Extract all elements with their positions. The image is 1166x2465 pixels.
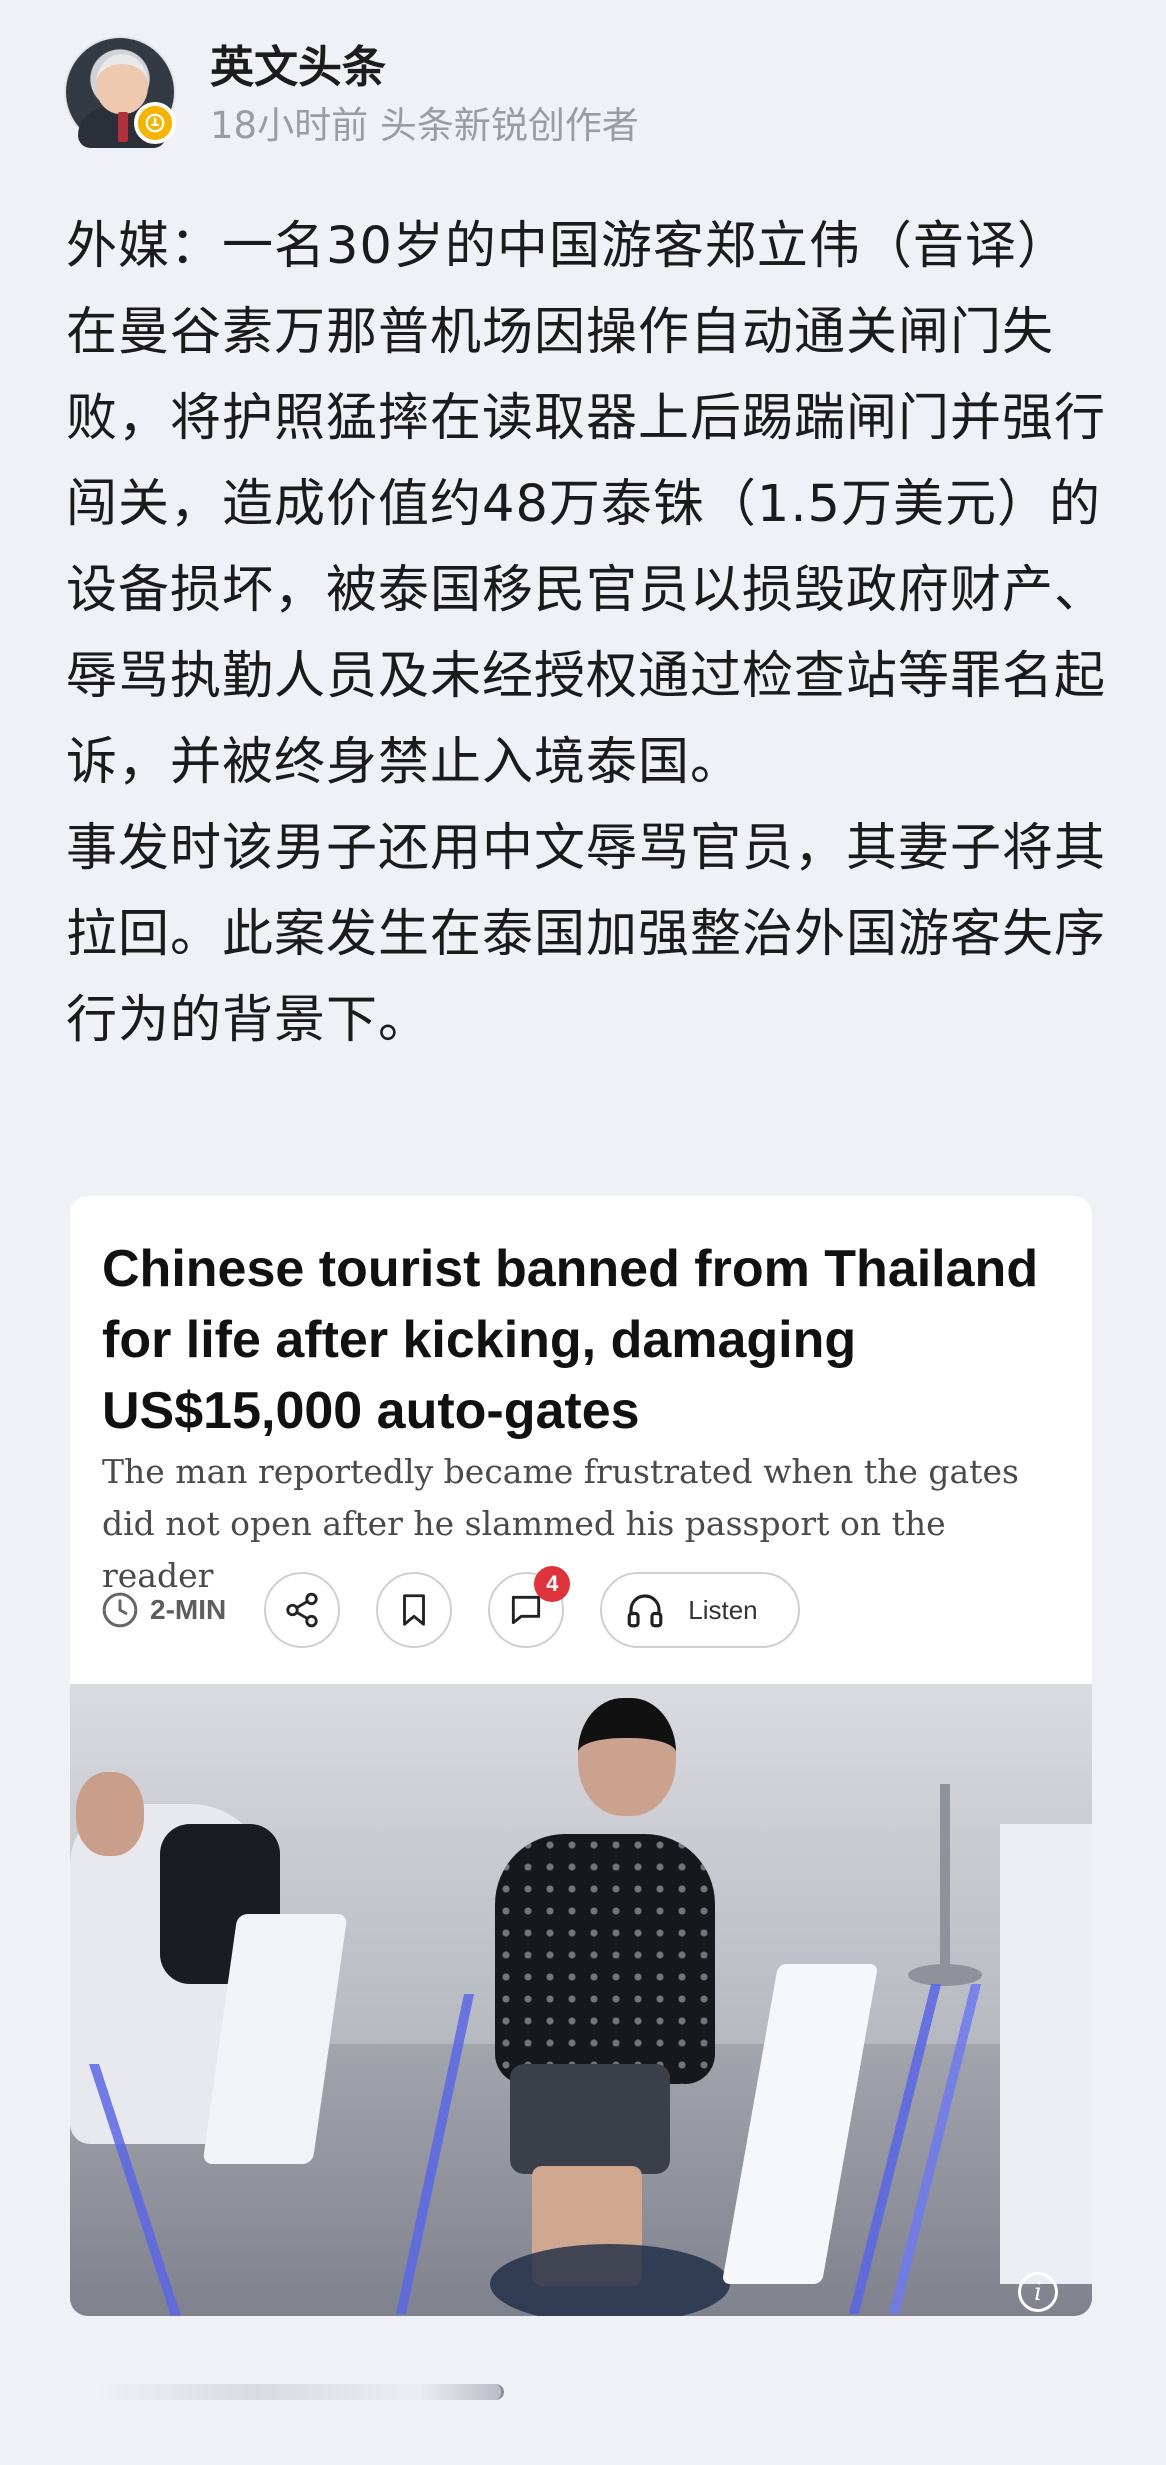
article-photo[interactable]: i [70, 1684, 1092, 2316]
info-icon[interactable]: i [1018, 2272, 1058, 2312]
author-meta: 18小时前 头条新锐创作者 [210, 104, 639, 147]
photo-man-pattern [495, 1834, 715, 2084]
post-page: 英文头条 18小时前 头条新锐创作者 外媒：一名30岁的中国游客郑立伟（音译）在… [0, 0, 1166, 2465]
photo-floor-mat [490, 2244, 730, 2316]
avatar[interactable] [64, 36, 176, 148]
scroll-handle[interactable] [96, 2384, 504, 2400]
author-text: 英文头条 18小时前 头条新锐创作者 [210, 36, 639, 154]
read-time-label: 2-MIN [150, 1594, 227, 1625]
photo-man-shorts [510, 2064, 670, 2174]
listen-button[interactable]: Listen [600, 1572, 800, 1648]
verified-badge-icon [134, 102, 176, 144]
share-button[interactable] [264, 1572, 341, 1648]
listen-label: Listen [688, 1594, 758, 1625]
photo-man-head [578, 1698, 676, 1816]
avatar-tie [118, 112, 128, 142]
photo-right-kiosk [1000, 1824, 1092, 2284]
clock-icon [102, 1592, 138, 1628]
photo-stanchion [940, 1784, 950, 1974]
headphones-icon [627, 1594, 663, 1628]
post-paragraph: 外媒：一名30岁的中国游客郑立伟（音译）在曼谷素万那普机场因操作自动通关闸门失败… [66, 217, 1107, 792]
post-body: 外媒：一名30岁的中国游客郑立伟（音译）在曼谷素万那普机场因操作自动通关闸门失败… [66, 204, 1116, 1064]
bookmark-button[interactable] [376, 1572, 453, 1648]
bookmark-icon [403, 1594, 426, 1626]
author-header[interactable]: 英文头条 18小时前 头条新锐创作者 [64, 36, 639, 154]
author-name[interactable]: 英文头条 [210, 38, 639, 98]
share-icon [286, 1592, 318, 1628]
post-paragraph: 事发时该男子还用中文辱骂官员，其妻子将其拉回。此案发生在泰国加强整治外国游客失序… [66, 819, 1107, 1050]
photo-person-left-head [76, 1772, 144, 1856]
avatar-face [96, 54, 148, 114]
comment-count-badge: 4 [534, 1566, 571, 1602]
photo-stanchion-base [908, 1964, 982, 1986]
article-card[interactable]: Chinese tourist banned from Thailand for… [70, 1196, 1092, 2316]
comment-button[interactable]: 4 [488, 1566, 571, 1648]
article-toolbar: 2-MIN 4 Listen [100, 1566, 800, 1648]
read-time: 2-MIN [100, 1590, 226, 1630]
article-title[interactable]: Chinese tourist banned from Thailand for… [102, 1234, 1062, 1447]
